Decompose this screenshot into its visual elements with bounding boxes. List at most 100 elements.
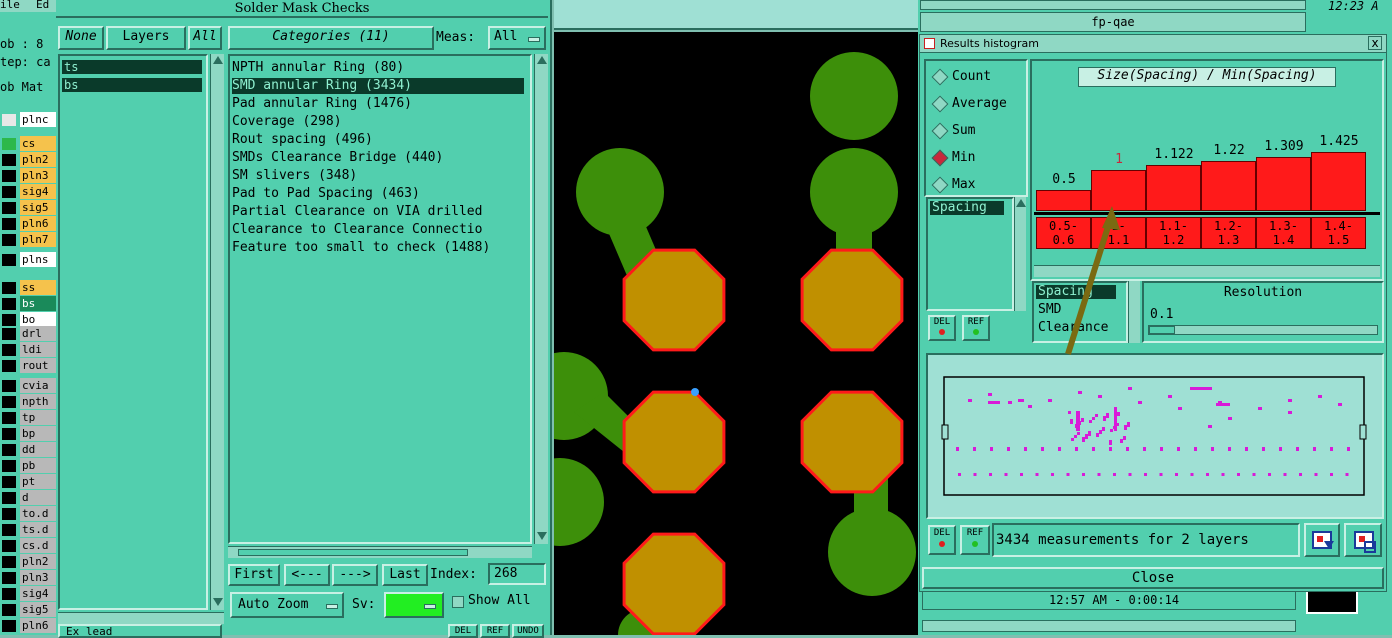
- layer-row[interactable]: pln6: [0, 618, 56, 634]
- layer-row[interactable]: pb: [0, 458, 56, 474]
- undo-button[interactable]: UNDO: [512, 624, 544, 638]
- layer-color-swatch[interactable]: [2, 620, 16, 632]
- layer-color-swatch[interactable]: [2, 186, 16, 198]
- layer-row[interactable]: pt: [0, 474, 56, 490]
- radio-icon[interactable]: [931, 95, 949, 113]
- categories-header[interactable]: Categories (11): [228, 26, 434, 50]
- resolution-slider[interactable]: [1148, 325, 1378, 335]
- index-input[interactable]: 268: [488, 563, 546, 585]
- del-button[interactable]: DEL: [928, 525, 956, 555]
- chart-hscroll[interactable]: [1034, 265, 1380, 277]
- layer-color-swatch[interactable]: [2, 298, 16, 310]
- attribute-list-scrollbar[interactable]: [1128, 281, 1140, 343]
- mode-radio-average[interactable]: Average: [926, 94, 1024, 114]
- attribute-list-item[interactable]: SMD: [1036, 303, 1116, 317]
- layer-color-swatch[interactable]: [2, 328, 16, 340]
- layer-row[interactable]: pln3: [0, 570, 56, 586]
- category-item[interactable]: Pad to Pad Spacing (463): [232, 186, 420, 202]
- sv-color-dropdown[interactable]: [384, 592, 444, 618]
- categories-scrollbar[interactable]: [534, 54, 548, 544]
- show-all-checkbox[interactable]: [452, 596, 464, 608]
- layer-row[interactable]: d: [0, 490, 56, 506]
- first-button[interactable]: First: [228, 564, 280, 586]
- scroll-up-icon[interactable]: [1015, 199, 1026, 207]
- layer-row[interactable]: bs: [0, 296, 56, 312]
- smd-pad[interactable]: [622, 532, 726, 635]
- layer-row[interactable]: dd: [0, 442, 56, 458]
- next-button[interactable]: --->: [332, 564, 378, 586]
- layer-color-swatch[interactable]: [2, 572, 16, 584]
- layer-color-swatch[interactable]: [2, 360, 16, 372]
- file-menu[interactable]: ile: [0, 0, 20, 10]
- layer-color-swatch[interactable]: [2, 476, 16, 488]
- scroll-thumb[interactable]: [238, 549, 468, 556]
- histogram-bar[interactable]: [1201, 161, 1256, 211]
- prev-button[interactable]: <---: [284, 564, 330, 586]
- histogram-bar[interactable]: [1091, 170, 1146, 211]
- category-item[interactable]: SM slivers (348): [232, 168, 357, 184]
- layer-row[interactable]: pln2: [0, 152, 56, 168]
- smd-pad[interactable]: [622, 390, 726, 494]
- categories-list[interactable]: NPTH annular Ring (80) SMD annular Ring (…: [228, 54, 532, 544]
- smd-pad[interactable]: [800, 248, 904, 352]
- layer-color-swatch[interactable]: [2, 492, 16, 504]
- layer-list[interactable]: ts bs: [58, 54, 208, 610]
- layer-color-swatch[interactable]: [2, 396, 16, 408]
- ref-button[interactable]: REF: [480, 624, 510, 638]
- layer-list-scrollbar[interactable]: [210, 54, 224, 610]
- categories-hscroll[interactable]: [228, 546, 532, 558]
- radio-icon[interactable]: [931, 176, 949, 194]
- layer-color-swatch[interactable]: [2, 428, 16, 440]
- measure-list[interactable]: Spacing: [926, 197, 1014, 311]
- layer-row[interactable]: sig5: [0, 602, 56, 618]
- layer-color-swatch[interactable]: [2, 540, 16, 552]
- export-histogram-icon[interactable]: [1304, 523, 1340, 557]
- radio-icon[interactable]: [931, 149, 949, 167]
- scroll-down-icon[interactable]: [537, 532, 547, 540]
- layer-color-swatch[interactable]: [2, 380, 16, 392]
- layer-row[interactable]: bp: [0, 426, 56, 442]
- attribute-list-item[interactable]: Spacing: [1036, 285, 1116, 299]
- layer-color-swatch[interactable]: [2, 508, 16, 520]
- layer-row[interactable]: sig4: [0, 184, 56, 200]
- layer-color-swatch[interactable]: [2, 604, 16, 616]
- meas-dropdown[interactable]: All: [488, 26, 546, 50]
- layer-list-hscroll[interactable]: [58, 612, 224, 624]
- histogram-bar[interactable]: [1256, 157, 1311, 211]
- layer-row[interactable]: pln2: [0, 554, 56, 570]
- layers-button[interactable]: Layers: [106, 26, 186, 50]
- ref-button[interactable]: REF: [962, 315, 990, 341]
- measure-list-scrollbar[interactable]: [1014, 197, 1026, 311]
- edit-menu[interactable]: Ed: [36, 0, 49, 10]
- layer-row[interactable]: tp: [0, 410, 56, 426]
- layer-color-swatch[interactable]: [2, 556, 16, 568]
- last-button[interactable]: Last: [382, 564, 428, 586]
- layer-row[interactable]: pln6: [0, 216, 56, 232]
- mode-radio-min[interactable]: Min: [926, 148, 1024, 168]
- layer-row[interactable]: ts.d: [0, 522, 56, 538]
- ref-button[interactable]: REF: [960, 525, 990, 555]
- pcb-graphic-view[interactable]: [554, 32, 918, 635]
- layer-color-swatch[interactable]: [2, 202, 16, 214]
- scroll-down-icon[interactable]: [213, 598, 223, 606]
- layer-row[interactable]: sig5: [0, 200, 56, 216]
- scroll-up-icon[interactable]: [212, 56, 223, 64]
- layer-color-swatch[interactable]: [2, 170, 16, 182]
- attribute-list-item[interactable]: Clearance: [1036, 321, 1126, 335]
- layer-color-swatch[interactable]: [2, 588, 16, 600]
- category-item[interactable]: Rout spacing (496): [232, 132, 373, 148]
- smd-pad[interactable]: [622, 248, 726, 352]
- layer-row[interactable]: ss: [0, 280, 56, 296]
- none-button[interactable]: None: [58, 26, 104, 50]
- snapshot-histogram-icon[interactable]: [1344, 523, 1382, 557]
- radio-icon[interactable]: [931, 68, 949, 86]
- close-icon[interactable]: x: [1368, 36, 1382, 50]
- layer-list-item[interactable]: bs: [62, 78, 202, 92]
- all-layers-button[interactable]: All: [188, 26, 222, 50]
- layer-color-swatch[interactable]: [2, 524, 16, 536]
- layer-color-swatch[interactable]: [2, 460, 16, 472]
- layer-color-swatch[interactable]: [2, 138, 16, 150]
- layer-color-swatch[interactable]: [2, 254, 16, 266]
- category-item[interactable]: SMD annular Ring (3434): [232, 78, 524, 94]
- attribute-list[interactable]: Spacing SMD Clearance: [1032, 281, 1128, 343]
